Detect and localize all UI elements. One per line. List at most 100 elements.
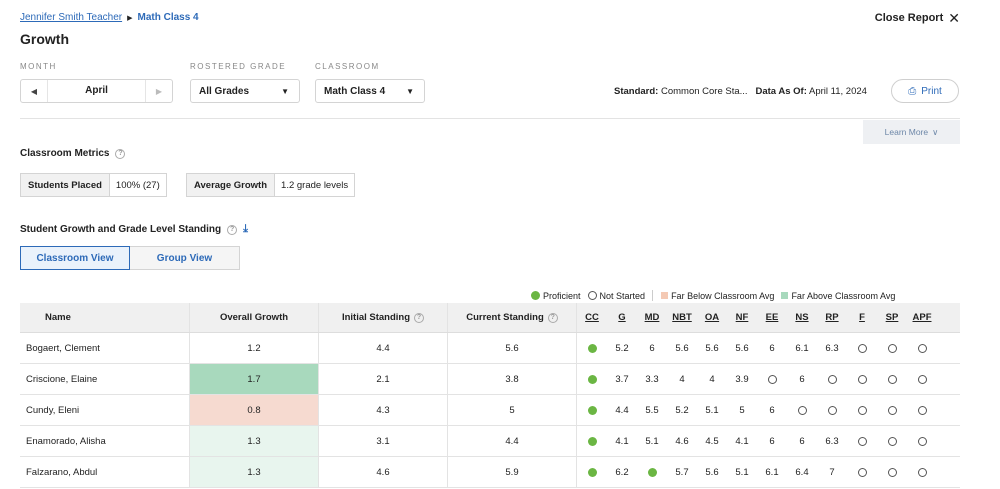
next-month-icon[interactable]: ▶ xyxy=(146,87,172,96)
column-header-domain[interactable]: SP xyxy=(877,303,907,332)
not-started-circle-icon xyxy=(857,436,867,446)
current-standing-value: 5.6 xyxy=(448,333,577,363)
far-below-swatch-icon xyxy=(661,292,669,299)
learn-more-button[interactable]: Learn More ∨ xyxy=(863,120,960,144)
help-icon[interactable]: ? xyxy=(414,312,425,323)
domain-cell xyxy=(907,395,937,425)
domain-value: 4.4 xyxy=(615,404,629,416)
student-name: Enamorado, Alisha xyxy=(20,426,190,456)
domain-value: 6 xyxy=(769,435,775,447)
table-row[interactable]: Cundy, Eleni 0.8 4.3 5 4.4 5.5 5.2 5.1 5 6 xyxy=(20,395,960,426)
help-icon[interactable]: ? xyxy=(547,312,558,323)
not-started-circle-icon xyxy=(887,467,897,477)
current-standing-value: 5 xyxy=(448,395,577,425)
domain-cell xyxy=(847,364,877,394)
column-header-current-standing[interactable]: Current Standing? xyxy=(448,303,577,332)
domain-value: 4.1 xyxy=(735,435,749,447)
breadcrumb-teacher-link[interactable]: Jennifer Smith Teacher xyxy=(20,12,122,23)
not-started-circle-icon xyxy=(917,436,927,446)
proficient-dot-icon xyxy=(587,405,597,415)
table-row[interactable]: Enamorado, Alisha 1.3 3.1 4.4 4.1 5.1 4.6 4.5 4.… xyxy=(20,426,960,457)
domain-value: 3.3 xyxy=(645,373,659,385)
column-header-initial-standing[interactable]: Initial Standing? xyxy=(319,303,448,332)
column-header-domain[interactable]: CC xyxy=(577,303,607,332)
standing-title: Student Growth and Grade Level Standing xyxy=(20,224,222,235)
domain-value: 6 xyxy=(769,404,775,416)
column-header-domain[interactable]: MD xyxy=(637,303,667,332)
legend-not-started: Not Started xyxy=(587,291,645,301)
not-started-circle-icon xyxy=(857,343,867,353)
average-growth-value: 1.2 grade levels xyxy=(281,179,349,191)
breadcrumb-class[interactable]: Math Class 4 xyxy=(137,12,198,23)
domain-value: 5.1 xyxy=(645,435,659,447)
tab-classroom-view[interactable]: Classroom View xyxy=(20,246,130,270)
column-header-overall-growth[interactable]: Overall Growth xyxy=(190,303,319,332)
column-header-domain[interactable]: NS xyxy=(787,303,817,332)
legend-divider xyxy=(652,290,654,301)
domain-value: 5.7 xyxy=(675,466,689,478)
close-report-button[interactable]: Close Report ✕ xyxy=(875,11,960,25)
month-stepper: ◀ April ▶ xyxy=(20,79,173,103)
view-toggle: Classroom View Group View xyxy=(20,246,240,270)
domain-cell xyxy=(577,457,607,487)
domain-cell xyxy=(907,457,937,487)
column-header-domain[interactable]: APF xyxy=(907,303,937,332)
column-header-domain[interactable]: G xyxy=(607,303,637,332)
column-header-name[interactable]: Name xyxy=(20,303,190,332)
domain-value: 5.2 xyxy=(615,342,629,354)
not-started-circle-icon xyxy=(827,374,837,384)
proficient-dot-icon xyxy=(587,374,597,384)
overall-growth-value: 1.2 xyxy=(190,333,319,363)
domain-value: 3.9 xyxy=(735,373,749,385)
classroom-select[interactable]: Math Class 4 ▼ xyxy=(315,79,425,103)
legend-proficient: Proficient xyxy=(531,291,581,301)
not-started-circle-icon xyxy=(917,343,927,353)
download-icon[interactable]: ⤓ xyxy=(243,223,248,236)
column-header-domain[interactable]: NBT xyxy=(667,303,697,332)
data-as-of-label: Data As Of: xyxy=(755,86,807,97)
not-started-circle-icon xyxy=(857,467,867,477)
column-header-domain[interactable]: OA xyxy=(697,303,727,332)
domain-cell xyxy=(637,457,667,487)
domain-cell xyxy=(577,426,607,456)
printer-icon: ⎙ xyxy=(908,85,917,97)
table-row[interactable]: Criscione, Elaine 1.7 2.1 3.8 3.7 3.3 4 4 3.9 6 xyxy=(20,364,960,395)
domain-value: 5.6 xyxy=(675,342,689,354)
domain-cell xyxy=(877,426,907,456)
domain-cell xyxy=(877,395,907,425)
domain-cell xyxy=(907,364,937,394)
domain-value: 5.2 xyxy=(675,404,689,416)
average-growth-metric: Average Growth 1.2 grade levels xyxy=(186,173,356,197)
grade-select-value: All Grades xyxy=(199,85,250,97)
student-name: Cundy, Eleni xyxy=(20,395,190,425)
not-started-circle-icon xyxy=(587,291,597,300)
proficient-dot-icon xyxy=(531,291,540,300)
table-row[interactable]: Bogaert, Clement 1.2 4.4 5.6 5.2 6 5.6 5.6 5.6 6 6… xyxy=(20,333,960,364)
chevron-down-icon: ▼ xyxy=(406,86,414,96)
help-icon[interactable]: ? xyxy=(227,224,238,235)
column-header-domain[interactable]: EE xyxy=(757,303,787,332)
grade-select[interactable]: All Grades ▼ xyxy=(190,79,300,103)
table-row[interactable]: Falzarano, Abdul 1.3 4.6 5.9 6.2 5.7 5.6 5.1 6.1… xyxy=(20,457,960,488)
column-header-domain[interactable]: F xyxy=(847,303,877,332)
page-title: Growth xyxy=(20,31,69,47)
domain-value: 6 xyxy=(799,435,805,447)
domain-cell xyxy=(877,457,907,487)
column-header-domain[interactable]: NF xyxy=(727,303,757,332)
standard-value: Common Core Sta... xyxy=(660,86,748,97)
initial-standing-value: 4.3 xyxy=(319,395,448,425)
column-header-domain[interactable]: RP xyxy=(817,303,847,332)
grade-label: ROSTERED GRADE xyxy=(190,62,287,71)
domain-cell xyxy=(577,395,607,425)
help-icon[interactable]: ? xyxy=(115,148,126,159)
domain-cell xyxy=(877,333,907,363)
student-name: Bogaert, Clement xyxy=(20,333,190,363)
initial-standing-value: 3.1 xyxy=(319,426,448,456)
previous-month-icon[interactable]: ◀ xyxy=(21,87,47,96)
print-button[interactable]: ⎙ Print xyxy=(891,79,959,103)
tab-group-view[interactable]: Group View xyxy=(130,246,240,270)
domain-value: 6 xyxy=(769,342,775,354)
domain-cell xyxy=(787,395,817,425)
learn-more-label: Learn More xyxy=(884,127,929,137)
domain-cell xyxy=(847,333,877,363)
